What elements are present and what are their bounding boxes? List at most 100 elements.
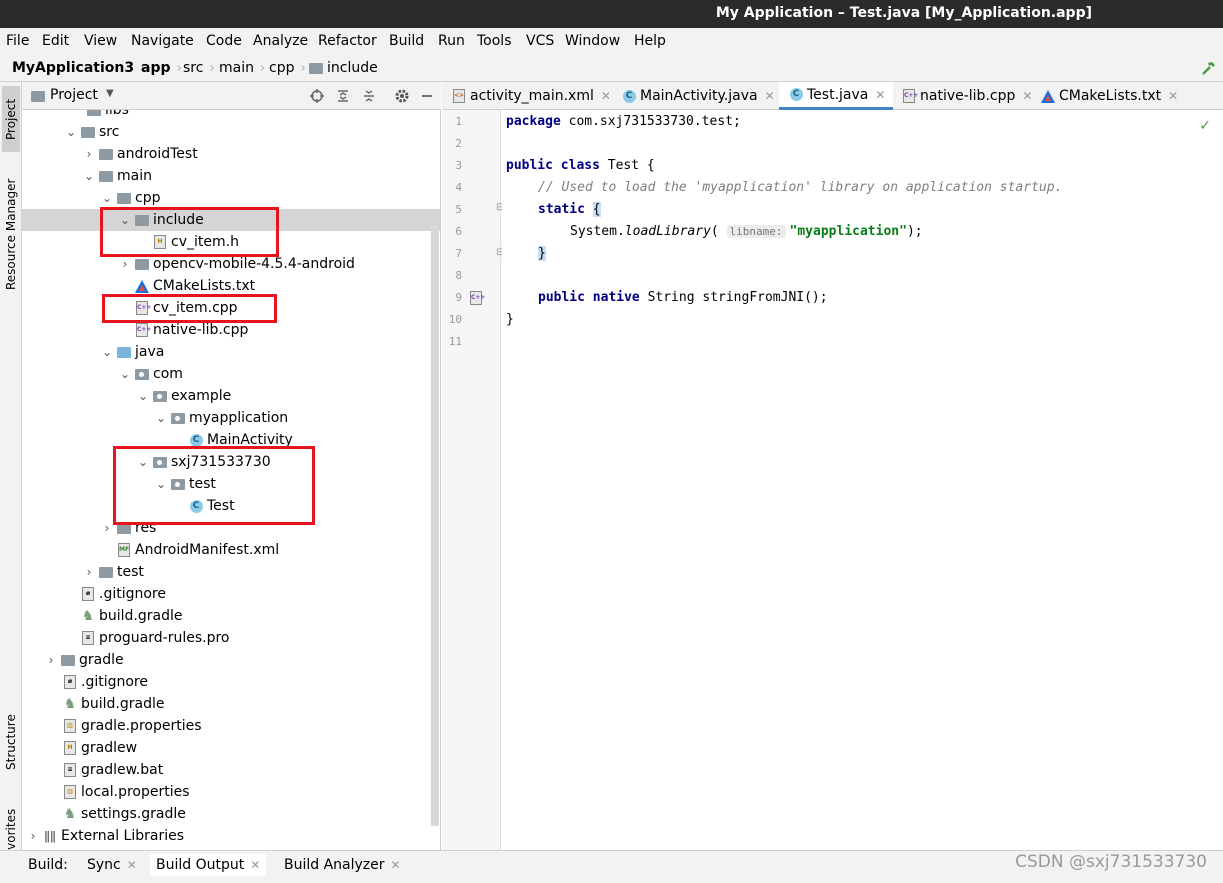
collapse-all-icon[interactable] (361, 88, 377, 104)
source-folder-icon (117, 346, 131, 358)
close-icon[interactable]: ✕ (875, 88, 885, 102)
resource-manager-tool-tab[interactable]: Resource Manager (2, 170, 20, 298)
folder-icon (99, 148, 113, 160)
package-icon (153, 390, 167, 402)
code-line-3: public class Test { (506, 158, 655, 173)
tree-item-gradle-properties[interactable]: ▥ gradle.properties (22, 715, 440, 737)
tree-item-build-gradle-app[interactable]: ♞ build.gradle (22, 605, 440, 627)
tree-item-proguard[interactable]: ≡ proguard-rules.pro (22, 627, 440, 649)
hide-panel-icon[interactable] (419, 88, 435, 104)
menu-edit[interactable]: Edit (42, 33, 69, 49)
gradle-icon: ♞ (63, 696, 77, 712)
chevron-down-icon[interactable]: ⌄ (100, 191, 114, 205)
breadcrumb-cpp[interactable]: cpp › (269, 60, 306, 76)
gear-icon[interactable] (394, 88, 410, 104)
tab-sync[interactable]: Sync ✕ (87, 854, 137, 876)
chevron-right-icon[interactable]: › (82, 147, 96, 161)
tab-test-java[interactable]: C Test.java ✕ (779, 82, 893, 110)
build-hammer-icon[interactable] (1201, 60, 1217, 76)
window-title: My Application – Test.java [My_Applicati… (715, 5, 1092, 21)
tree-item-gradlew-bat[interactable]: ≡ gradlew.bat (22, 759, 440, 781)
chevron-down-icon[interactable]: ⌄ (64, 125, 78, 139)
menu-view[interactable]: View (84, 33, 117, 49)
tree-item-com[interactable]: ⌄ com (22, 363, 440, 385)
close-icon[interactable]: ✕ (601, 89, 611, 103)
tree-item-test-folder[interactable]: › test (22, 561, 440, 583)
menu-navigate[interactable]: Navigate (131, 33, 194, 49)
batch-file-icon: ≡ (64, 763, 76, 777)
tree-item-java[interactable]: ⌄ java (22, 341, 440, 363)
close-icon[interactable]: ✕ (1168, 89, 1178, 103)
tree-item-androidtest[interactable]: › androidTest (22, 143, 440, 165)
structure-tool-tab[interactable]: Structure (2, 706, 20, 778)
chevron-down-icon[interactable]: ⌄ (118, 367, 132, 381)
tree-item-gradle-folder[interactable]: › gradle (22, 649, 440, 671)
inspection-ok-icon[interactable]: ✓ (1199, 118, 1211, 134)
breadcrumb-src[interactable]: src › (183, 60, 215, 76)
tab-build-output[interactable]: Build Output ✕ (150, 854, 267, 876)
close-icon[interactable]: ✕ (127, 858, 137, 872)
tree-item-settings-gradle[interactable]: ♞ settings.gradle (22, 803, 440, 825)
tab-build-analyzer[interactable]: Build Analyzer ✕ (284, 854, 401, 876)
cmake-icon (135, 279, 149, 293)
expand-all-icon[interactable] (335, 88, 351, 104)
menu-refactor[interactable]: Refactor (318, 33, 377, 49)
tree-item-gitignore-root[interactable]: ø .gitignore (22, 671, 440, 693)
line-number: 4 (455, 181, 462, 194)
chevron-down-icon[interactable]: ⌄ (100, 345, 114, 359)
tree-item-main[interactable]: ⌄ main (22, 165, 440, 187)
chevron-down-icon[interactable]: ⌄ (82, 169, 96, 183)
tree-item-androidmanifest[interactable]: MF AndroidManifest.xml (22, 539, 440, 561)
menu-window[interactable]: Window (565, 33, 620, 49)
tab-native-lib-cpp[interactable]: C++ native-lib.cpp ✕ (892, 82, 1032, 110)
library-icon: ǁǁ (44, 829, 56, 843)
project-view-selector[interactable]: Project (50, 87, 98, 103)
tree-item-myapplication[interactable]: ⌄ myapplication (22, 407, 440, 429)
project-tree-scrollbar[interactable] (431, 226, 439, 826)
chevron-right-icon[interactable]: › (26, 829, 40, 843)
chevron-right-icon[interactable]: › (118, 257, 132, 271)
native-method-icon[interactable]: C++ (470, 291, 485, 305)
close-icon[interactable]: ✕ (765, 89, 775, 103)
close-icon[interactable]: ✕ (250, 858, 260, 872)
tree-item-src[interactable]: ⌄ src (22, 121, 440, 143)
tree-item-build-gradle-root[interactable]: ♞ build.gradle (22, 693, 440, 715)
close-icon[interactable]: ✕ (391, 858, 401, 872)
menu-run[interactable]: Run (438, 33, 465, 49)
menu-code[interactable]: Code (206, 33, 242, 49)
tree-item-external-libraries[interactable]: › ǁǁ External Libraries (22, 825, 440, 847)
folder-icon (61, 654, 75, 666)
tree-item-example[interactable]: ⌄ example (22, 385, 440, 407)
code-editor[interactable]: package com.sxj731533730.test; public cl… (502, 110, 1223, 850)
menu-help[interactable]: Help (634, 33, 666, 49)
breadcrumb-include[interactable]: include (309, 60, 378, 76)
breadcrumb-project[interactable]: MyApplication3 › (12, 60, 145, 76)
chevron-down-icon[interactable]: ⌄ (154, 411, 168, 425)
chevron-down-icon[interactable]: ▼ (106, 88, 114, 99)
tab-activity-main-xml[interactable]: <> activity_main.xml ✕ (442, 82, 611, 110)
menu-file[interactable]: File (6, 33, 29, 49)
chevron-right-icon[interactable]: › (44, 653, 58, 667)
properties-icon: ▥ (64, 785, 76, 799)
menu-build[interactable]: Build (389, 33, 424, 49)
tree-item-local-properties[interactable]: ▥ local.properties (22, 781, 440, 803)
project-tool-tab[interactable]: Project (2, 86, 20, 152)
manifest-icon: MF (118, 543, 130, 557)
line-number: 8 (455, 269, 462, 282)
chevron-down-icon[interactable]: ⌄ (136, 389, 150, 403)
chevron-right-icon[interactable]: › (100, 521, 114, 535)
tree-item-cpp[interactable]: ⌄ cpp (22, 187, 440, 209)
tab-mainactivity-java[interactable]: C MainActivity.java ✕ (612, 82, 775, 110)
tree-item-libs[interactable]: libs (22, 110, 440, 121)
tab-cmakelists-txt[interactable]: CMakeLists.txt ✕ (1031, 82, 1178, 110)
chevron-right-icon[interactable]: › (82, 565, 96, 579)
menu-tools[interactable]: Tools (477, 33, 512, 49)
breadcrumb-main[interactable]: main › (219, 60, 265, 76)
menu-vcs[interactable]: VCS (526, 33, 554, 49)
cpp-file-icon: C++ (903, 89, 918, 103)
tree-item-gitignore-app[interactable]: ø .gitignore (22, 583, 440, 605)
breadcrumb-app[interactable]: app › (141, 60, 182, 76)
menu-analyze[interactable]: Analyze (253, 33, 308, 49)
tree-item-gradlew[interactable]: Hgradlew (22, 737, 440, 759)
locate-file-icon[interactable] (309, 88, 325, 104)
